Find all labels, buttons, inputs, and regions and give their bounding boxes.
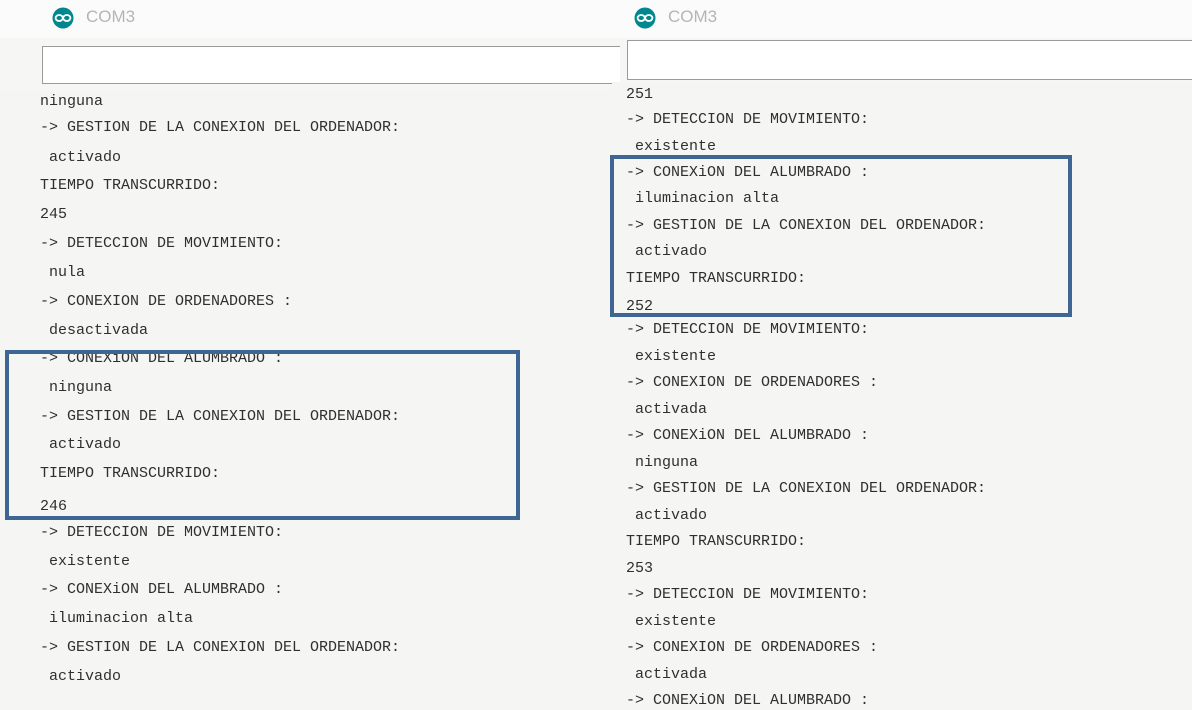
window-title: COM3 xyxy=(86,7,136,26)
serial-line: TIEMPO TRANSCURRIDO: xyxy=(40,177,221,194)
serial-line: 253 xyxy=(626,560,654,577)
title-bar: COM3 xyxy=(0,0,620,38)
serial-send-input[interactable] xyxy=(627,40,1192,80)
serial-line: activado xyxy=(40,668,122,685)
serial-line: TIEMPO TRANSCURRIDO: xyxy=(626,533,807,550)
serial-send-input[interactable] xyxy=(42,46,620,84)
serial-line: nula xyxy=(40,264,86,281)
serial-output[interactable]: ninguna -> GESTION DE LA CONEXION DEL OR… xyxy=(0,90,620,710)
serial-line: -> CONEXiON DEL ALUMBRADO : xyxy=(40,581,284,598)
serial-line: -> CONEXION DE ORDENADORES : xyxy=(40,293,293,310)
title-bar: COM3 xyxy=(612,0,1192,38)
serial-line: TIEMPO TRANSCURRIDO: xyxy=(40,465,221,482)
serial-line: 246 xyxy=(40,498,68,515)
serial-line: -> GESTION DE LA CONEXION DEL ORDENADOR: xyxy=(40,119,401,136)
arduino-logo-icon xyxy=(52,7,74,29)
serial-line: -> CONEXiON DEL ALUMBRADO : xyxy=(40,350,284,367)
serial-line: existente xyxy=(626,348,717,365)
serial-line: ninguna xyxy=(40,379,113,396)
window-title: COM3 xyxy=(668,7,718,26)
serial-line: -> CONEXiON DEL ALUMBRADO : xyxy=(626,427,870,444)
serial-line: -> CONEXiON DEL ALUMBRADO : xyxy=(626,692,870,709)
serial-line: -> DETECCION DE MOVIMIENTO: xyxy=(626,586,870,603)
serial-line: desactivada xyxy=(40,322,149,339)
serial-line: -> CONEXION DE ORDENADORES : xyxy=(626,374,879,391)
serial-line: -> DETECCION DE MOVIMIENTO: xyxy=(40,524,284,541)
serial-line: -> CONEXION DE ORDENADORES : xyxy=(626,639,879,656)
serial-line: -> GESTION DE LA CONEXION DEL ORDENADOR: xyxy=(40,408,401,425)
serial-line: existente xyxy=(40,553,131,570)
serial-line: 245 xyxy=(40,206,68,223)
arduino-logo-icon xyxy=(634,7,656,29)
serial-line: activada xyxy=(626,401,708,418)
serial-line: activada xyxy=(626,666,708,683)
serial-line: ninguna xyxy=(626,454,699,471)
serial-line: -> DETECCION DE MOVIMIENTO: xyxy=(40,235,284,252)
serial-line: activado xyxy=(626,243,708,260)
serial-line: -> GESTION DE LA CONEXION DEL ORDENADOR: xyxy=(626,217,987,234)
serial-line: TIEMPO TRANSCURRIDO: xyxy=(626,270,807,287)
serial-line: -> GESTION DE LA CONEXION DEL ORDENADOR: xyxy=(626,480,987,497)
serial-monitor-window-left: COM3 ninguna -> GESTION DE LA CONEXION D… xyxy=(0,0,620,710)
serial-line: iluminacion alta xyxy=(626,190,780,207)
serial-line: activado xyxy=(626,507,708,524)
serial-line: -> CONEXiON DEL ALUMBRADO : xyxy=(626,164,870,181)
serial-output[interactable]: 251 -> DETECCION DE MOVIMIENTO: existent… xyxy=(612,82,1192,710)
serial-line: existente xyxy=(626,138,717,155)
serial-line: -> DETECCION DE MOVIMIENTO: xyxy=(626,111,870,128)
serial-line: activado xyxy=(40,436,122,453)
serial-line: existente xyxy=(626,613,717,630)
serial-monitor-window-right: COM3 251 -> DETECCION DE MOVIMIENTO: exi… xyxy=(612,0,1192,710)
serial-line: ninguna xyxy=(40,93,104,110)
serial-line: -> DETECCION DE MOVIMIENTO: xyxy=(626,321,870,338)
serial-line: -> GESTION DE LA CONEXION DEL ORDENADOR: xyxy=(40,639,401,656)
serial-line: iluminacion alta xyxy=(40,610,194,627)
serial-line: activado xyxy=(40,149,122,166)
serial-line: 251 xyxy=(626,86,654,103)
